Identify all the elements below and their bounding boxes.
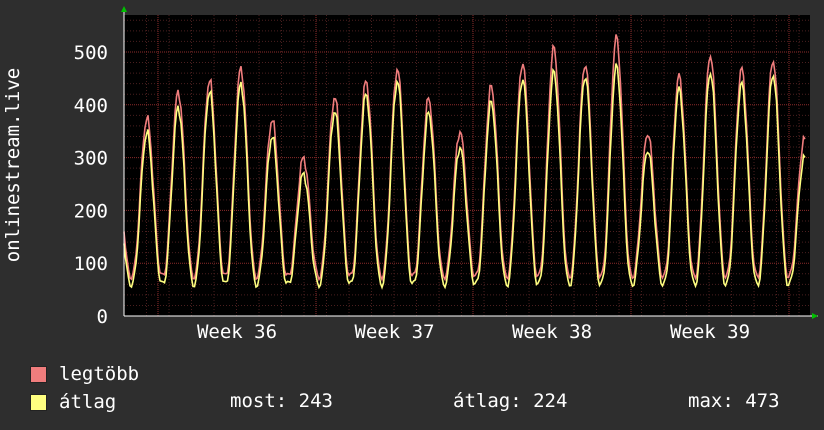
x-axis-arrow bbox=[812, 313, 818, 319]
chart: 0 100 200 300 400 500 Week 36 Week 37 Week 38 Wee… bbox=[2, 6, 818, 343]
legend-max-label: legtöbb bbox=[59, 363, 140, 385]
y-tick-label: 500 bbox=[74, 42, 108, 64]
legend-avg-label: átlag bbox=[59, 391, 117, 413]
y-axis-arrow bbox=[121, 6, 127, 12]
y-tick-label: 200 bbox=[74, 200, 108, 222]
y-tick-label: 100 bbox=[74, 253, 108, 275]
legend-avg-swatch bbox=[30, 393, 47, 411]
x-tick-label: Week 39 bbox=[670, 321, 750, 343]
x-tick-label: Week 38 bbox=[512, 321, 592, 343]
y-axis-label: onlinestream.live bbox=[2, 68, 24, 262]
legend-avg: átlag bbox=[30, 390, 116, 414]
x-tick-label: Week 37 bbox=[354, 321, 434, 343]
legend-max: legtöbb bbox=[30, 362, 139, 386]
x-tick-label: Week 36 bbox=[197, 321, 277, 343]
y-tick-label: 0 bbox=[97, 306, 108, 328]
stat-maximum: max: 473 bbox=[688, 390, 780, 412]
plot-area bbox=[124, 15, 810, 316]
stat-now: most: 243 bbox=[230, 390, 333, 412]
stat-average: átlag: 224 bbox=[453, 390, 568, 412]
y-tick-label: 400 bbox=[74, 95, 108, 117]
legend-max-swatch bbox=[30, 365, 47, 383]
y-tick-label: 300 bbox=[74, 148, 108, 170]
